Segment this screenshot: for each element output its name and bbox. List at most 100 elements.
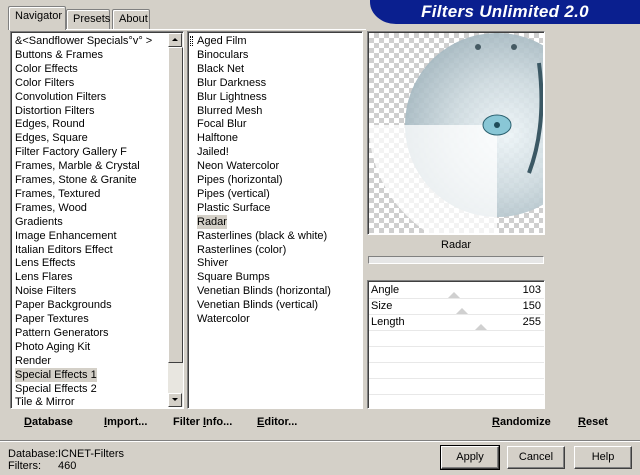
category-item[interactable]: Lens Flares	[15, 270, 72, 284]
param-value-angle: 103	[522, 284, 541, 296]
param-row-empty	[369, 379, 544, 395]
filter-list[interactable]: Aged Film Binoculars Black Net Blur Darknes…	[187, 31, 363, 409]
randomize-button-label: andomize	[499, 416, 551, 428]
slider-thumb-icon[interactable]	[456, 308, 468, 314]
status-divider-highlight	[0, 441, 640, 442]
param-row-empty	[369, 331, 544, 347]
category-item[interactable]: Lens Effects	[15, 256, 75, 270]
filter-item[interactable]: Aged Film	[197, 34, 247, 48]
category-item[interactable]: Italian Editors Effect	[15, 243, 113, 257]
editor-button-label: ditor...	[264, 416, 298, 428]
category-item[interactable]: Color Filters	[15, 76, 74, 90]
arrow-down-icon	[172, 398, 178, 401]
category-item[interactable]: Tile & Mirror	[15, 395, 74, 408]
category-item[interactable]: Paper Textures	[15, 312, 89, 326]
category-item[interactable]: Frames, Wood	[15, 201, 87, 215]
param-row-empty	[369, 347, 544, 363]
tab-navigator[interactable]: Navigator	[8, 6, 66, 30]
filter-item[interactable]: Halftone	[197, 131, 238, 145]
category-item[interactable]: Photo Aging Kit	[15, 340, 90, 354]
slider-thumb-icon[interactable]	[448, 292, 460, 298]
filter-item[interactable]: Pipes (vertical)	[197, 187, 270, 201]
slider-thumb-icon[interactable]	[475, 324, 487, 330]
product-banner: Filters Unlimited 2.0	[370, 0, 640, 24]
category-list[interactable]: &<Sandflower Specials°v° > Buttons & Fram…	[10, 31, 184, 409]
preview-frame	[367, 31, 545, 235]
apply-button-label: Apply	[456, 451, 484, 463]
filter-item[interactable]: Neon Watercolor	[197, 159, 279, 173]
filter-item[interactable]: Rasterlines (black & white)	[197, 229, 327, 243]
filter-info-button[interactable]: Filter Info...	[173, 416, 232, 428]
param-value-size: 150	[522, 300, 541, 312]
param-row-angle[interactable]: Angle 103	[369, 283, 544, 299]
import-button[interactable]: Import...	[104, 416, 147, 428]
category-item[interactable]: Image Enhancement	[15, 229, 117, 243]
filter-item[interactable]: Venetian Blinds (horizontal)	[197, 284, 331, 298]
category-item[interactable]: Edges, Round	[15, 117, 85, 131]
filter-item[interactable]: Blur Darkness	[197, 76, 266, 90]
editor-button[interactable]: Editor...	[257, 416, 297, 428]
preview-image	[369, 33, 544, 234]
filter-item[interactable]: Jailed!	[197, 145, 229, 159]
apply-button[interactable]: Apply	[440, 445, 500, 470]
param-row-length[interactable]: Length 255	[369, 315, 544, 331]
preview-progress-bar	[368, 256, 544, 264]
filter-item[interactable]: Pipes (horizontal)	[197, 173, 283, 187]
category-item[interactable]: Paper Backgrounds	[15, 298, 112, 312]
filter-item[interactable]: Focal Blur	[197, 117, 247, 131]
randomize-button[interactable]: Randomize	[492, 416, 551, 428]
category-item[interactable]: Buttons & Frames	[15, 48, 103, 62]
category-item[interactable]: Frames, Marble & Crystal	[15, 159, 140, 173]
tab-presets-label: Presets	[73, 13, 111, 25]
category-item[interactable]: Pattern Generators	[15, 326, 109, 340]
filter-item[interactable]: Rasterlines (color)	[197, 243, 286, 257]
category-item[interactable]: Color Effects	[15, 62, 78, 76]
param-row-size[interactable]: Size 150	[369, 299, 544, 315]
filter-item[interactable]: Plastic Surface	[197, 201, 270, 215]
category-item[interactable]: &<Sandflower Specials°v° >	[15, 34, 152, 48]
help-button[interactable]: Help	[574, 446, 632, 469]
filter-item[interactable]: Venetian Blinds (vertical)	[197, 298, 318, 312]
filter-item[interactable]: Black Net	[197, 62, 244, 76]
reset-button[interactable]: Reset	[578, 416, 608, 428]
filter-item[interactable]: Blurred Mesh	[197, 104, 262, 118]
filter-item[interactable]: Square Bumps	[197, 270, 270, 284]
category-item[interactable]: Edges, Square	[15, 131, 88, 145]
category-item[interactable]: Filter Factory Gallery F	[15, 145, 127, 159]
category-item[interactable]: Gradients	[15, 215, 63, 229]
filters-status-label: Filters:	[8, 460, 41, 472]
scroll-up-button[interactable]	[168, 33, 182, 47]
tab-about[interactable]: About	[112, 9, 150, 29]
param-label-size: Size	[371, 300, 393, 312]
grip-icon	[190, 36, 193, 46]
category-item[interactable]: Noise Filters	[15, 284, 76, 298]
filter-info-button-label: nfo...	[206, 416, 233, 428]
scroll-down-button[interactable]	[168, 393, 182, 407]
reset-button-mnemonic: R	[578, 416, 586, 428]
filter-item[interactable]: Binoculars	[197, 48, 248, 62]
category-item[interactable]: Special Effects 1	[15, 367, 97, 382]
parameter-panel: Angle 103 Size 150 Length 255	[367, 280, 545, 409]
database-button-label: atabase	[31, 416, 73, 428]
scroll-thumb[interactable]	[168, 47, 183, 363]
cancel-button-label: Cancel	[518, 451, 554, 463]
arrow-up-icon	[172, 38, 178, 41]
category-item[interactable]: Render	[15, 354, 51, 368]
category-item[interactable]: Convolution Filters	[15, 90, 106, 104]
param-row-empty	[369, 363, 544, 379]
tab-navigator-label: Navigator	[15, 10, 63, 22]
filter-item[interactable]: Radar	[197, 214, 227, 229]
cancel-button[interactable]: Cancel	[507, 446, 565, 469]
category-item[interactable]: Frames, Stone & Granite	[15, 173, 137, 187]
filter-item[interactable]: Watercolor	[197, 312, 250, 326]
database-button[interactable]: Database	[24, 416, 73, 428]
tab-presets[interactable]: Presets	[66, 9, 110, 29]
category-item[interactable]: Distortion Filters	[15, 104, 94, 118]
filter-item[interactable]: Shiver	[197, 256, 228, 270]
filter-info-button-prefix: Filter	[173, 416, 203, 428]
category-item[interactable]: Special Effects 2	[15, 382, 97, 396]
filter-item[interactable]: Blur Lightness	[197, 90, 267, 104]
category-scrollbar[interactable]	[168, 33, 183, 407]
radar-preview-svg	[369, 33, 544, 234]
category-item[interactable]: Frames, Textured	[15, 187, 100, 201]
